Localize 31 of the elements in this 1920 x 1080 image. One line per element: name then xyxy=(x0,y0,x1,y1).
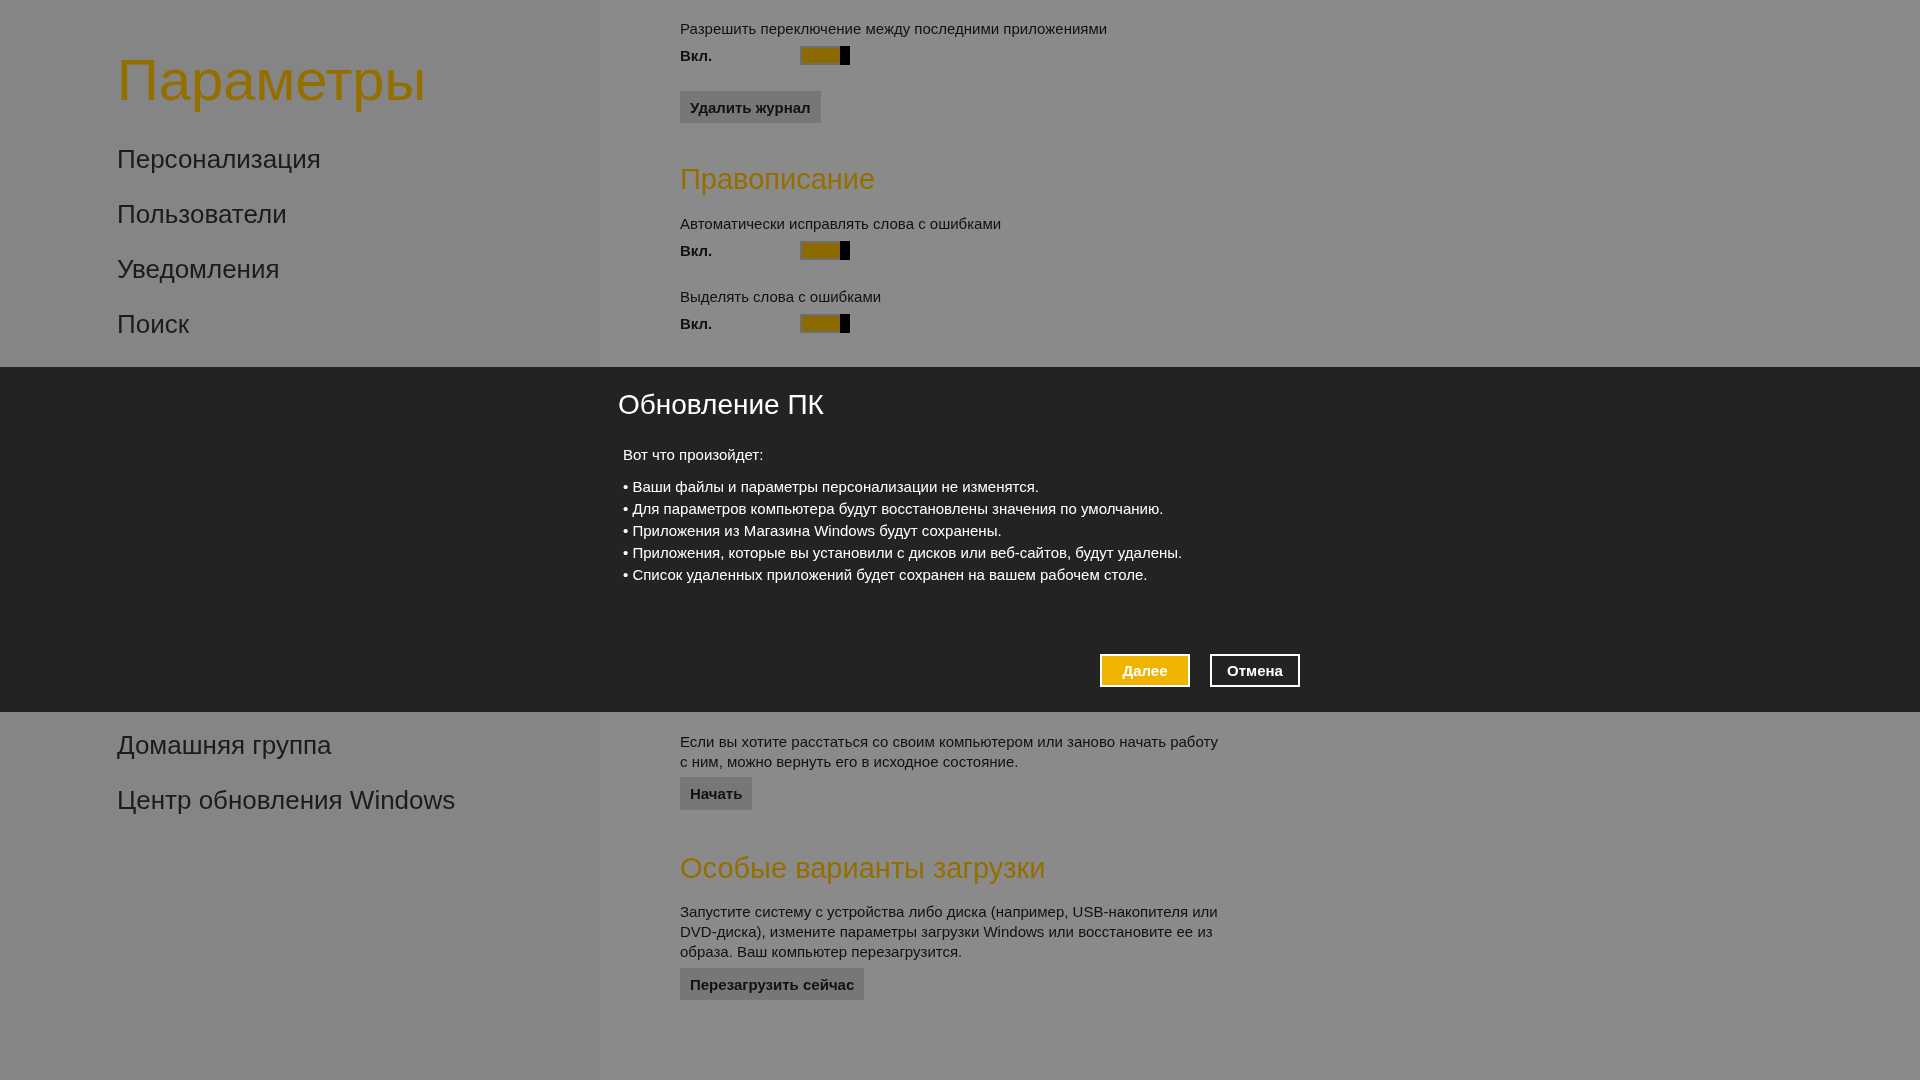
bullet-item: • Для параметров компьютера будут восстановлены значения по умолчанию. xyxy=(623,499,1164,519)
nav-item[interactable]: Домашняя группа xyxy=(117,718,332,773)
toggle-switch[interactable] xyxy=(800,313,850,333)
section-heading: Особые варианты загрузки xyxy=(680,851,1046,886)
nav-item[interactable]: Персонализация xyxy=(117,132,321,187)
setting-description: Выделять слова с ошибками xyxy=(680,288,882,306)
nav-item[interactable]: Поиск xyxy=(117,297,190,352)
bullet-item: • Приложения из Магазина Windows будут сохранены. xyxy=(623,521,1002,541)
cancel-button[interactable]: Отмена xyxy=(1210,654,1300,687)
section-heading: Правописание xyxy=(680,162,876,197)
setting-description: Если вы хотите расстаться со своим компьютером или заново начать работу с ним, можно вернуть его в исходное состояние. xyxy=(680,732,1219,772)
toggle-state-label: Вкл. xyxy=(680,241,714,259)
action-button[interactable]: Перезагрузить сейчас xyxy=(680,968,865,1000)
setting-description: Автоматически исправлять слова с ошибками xyxy=(680,215,1002,233)
setting-description: Разрешить переключение между последними приложениями xyxy=(680,20,1108,38)
nav-item[interactable]: Уведомления xyxy=(117,242,280,297)
bullet-item: • Ваши файлы и параметры персонализации не изменятся. xyxy=(623,477,1040,497)
toggle-switch[interactable] xyxy=(800,240,850,260)
nav-item[interactable]: Центр обновления Windows xyxy=(117,773,456,828)
toggle-state-label: Вкл. xyxy=(680,46,714,64)
nav-item[interactable]: Пользователи xyxy=(117,187,287,242)
toggle-state-label: Вкл. xyxy=(680,314,714,332)
bullet-item: • Приложения, которые вы установили с дисков или веб-сайтов, будут удалены. xyxy=(623,543,1183,563)
toggle-switch[interactable] xyxy=(800,45,850,65)
dialog-intro: Вот что произойдет: xyxy=(622,446,764,463)
page-title: Параметры xyxy=(117,46,427,114)
dialog-title: Обновление ПК xyxy=(618,388,824,422)
action-button[interactable]: Начать xyxy=(680,777,753,810)
bullet-item: • Список удаленных приложений будет сохранен на вашем рабочем столе. xyxy=(623,565,1148,585)
action-button[interactable]: Удалить журнал xyxy=(680,91,821,123)
setting-description: Запустите систему с устройства либо диска (например, USB-накопителя или DVD-диска), измените параметры загрузки Windows или восстановите ее из образа. Ваш компьютер перезагрузится. xyxy=(680,902,1219,962)
